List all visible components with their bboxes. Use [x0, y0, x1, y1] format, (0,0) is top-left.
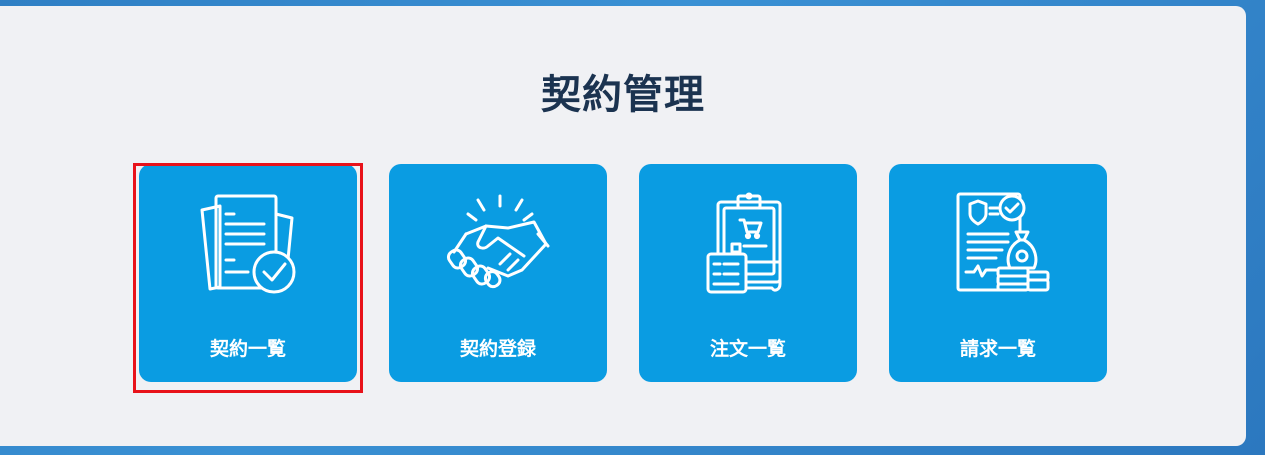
tile-contract-register[interactable]: 契約登録 — [389, 164, 607, 382]
order-clipboard-icon — [706, 192, 782, 294]
handshake-icon — [446, 194, 550, 289]
tile-invoice-list[interactable]: 請求一覧 — [889, 164, 1107, 382]
tile-contract-list[interactable]: 契約一覧 — [139, 164, 357, 382]
page-title: 契約管理 — [541, 72, 705, 118]
tile-label: 契約一覧 — [209, 338, 286, 360]
tile-label: 請求一覧 — [959, 338, 1036, 360]
main-panel: 契約管理 契約一覧 契約登録 注文一覧 請求一覧 — [0, 6, 1246, 446]
tile-label: 契約登録 — [459, 338, 536, 360]
tile-label: 注文一覧 — [709, 338, 786, 360]
invoice-money-icon — [956, 192, 1050, 292]
contract-list-icon — [200, 194, 296, 294]
tile-order-list[interactable]: 注文一覧 — [639, 164, 857, 382]
